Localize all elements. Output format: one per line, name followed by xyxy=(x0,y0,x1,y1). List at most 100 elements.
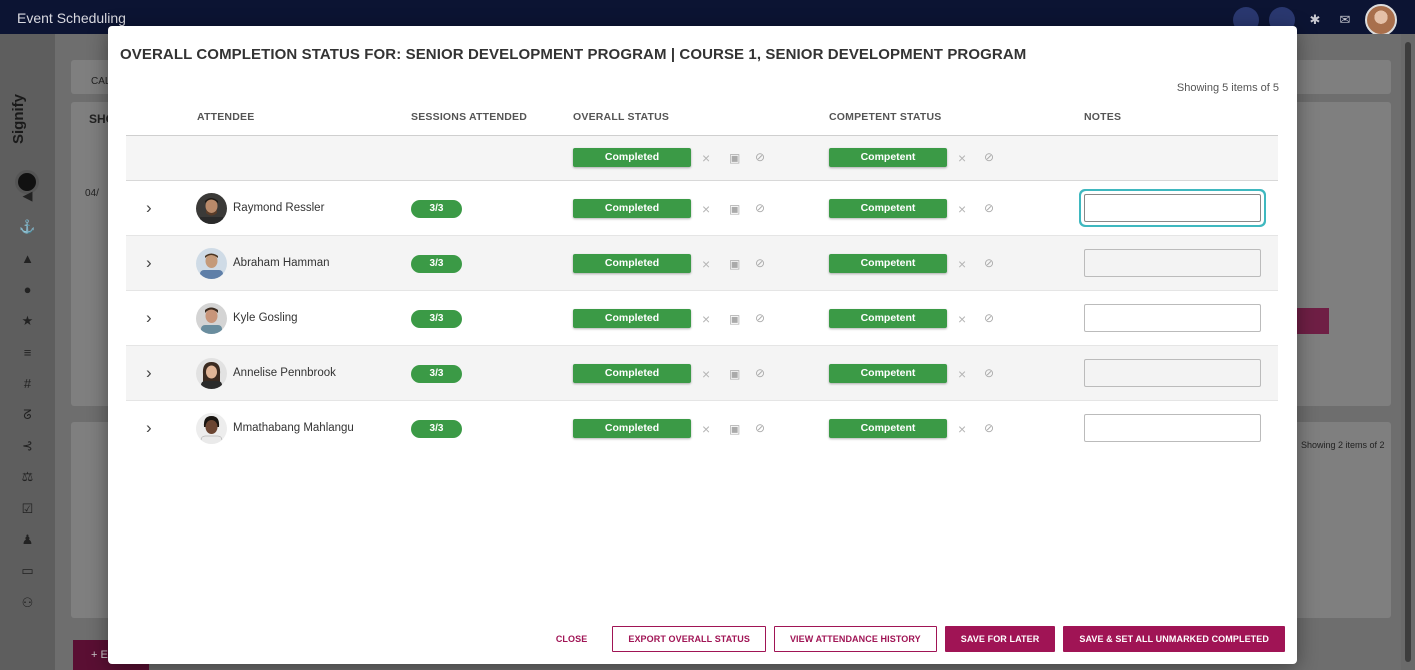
notes-field[interactable] xyxy=(1084,304,1261,332)
settings-icon[interactable]: ✱ xyxy=(1305,12,1325,28)
scales-icon[interactable]: ⚖ xyxy=(0,462,55,493)
close-icon[interactable]: × xyxy=(702,366,710,382)
chevron-right-icon[interactable]: › xyxy=(146,198,152,218)
attendee-grid: ATTENDEE SESSIONS ATTENDED OVERALL STATU… xyxy=(126,102,1278,456)
bulk-overall-completed-button[interactable]: Completed xyxy=(573,148,691,167)
user-avatar[interactable] xyxy=(1365,4,1397,36)
mail-icon[interactable]: ✉ xyxy=(1335,12,1355,28)
col-overall-status[interactable]: OVERALL STATUS xyxy=(573,111,669,123)
ban-icon[interactable]: ⊘ xyxy=(984,421,994,435)
checkbox-icon[interactable]: ▣ xyxy=(729,151,740,165)
attendee-name: Mmathabang Mahlangu xyxy=(233,422,354,434)
competent-status-button[interactable]: Competent xyxy=(829,199,947,218)
megaphone-icon[interactable]: ◀ xyxy=(0,180,55,211)
sessions-badge: 3/3 xyxy=(411,310,462,328)
notes-field[interactable] xyxy=(1084,249,1261,277)
overall-status-button[interactable]: Completed xyxy=(573,199,691,218)
sessions-badge: 3/3 xyxy=(411,255,462,273)
sidebar: Signify ◀ ⚓ ▲ ● ★ ≡ # ᘔ ⊰ ⚖ ☑ ♟ ▭ ⚇ xyxy=(0,34,55,670)
ban-icon[interactable]: ⊘ xyxy=(755,256,765,270)
attendee-name: Annelise Pennbrook xyxy=(233,367,336,379)
person-chalkboard-icon[interactable]: ♟ xyxy=(0,524,55,555)
notes-field[interactable] xyxy=(1084,414,1261,442)
avatar xyxy=(196,358,227,389)
close-icon[interactable]: × xyxy=(958,366,966,382)
ban-icon[interactable]: ⊘ xyxy=(755,201,765,215)
graduation-cap-icon[interactable]: ▲ xyxy=(0,243,55,274)
close-icon[interactable]: × xyxy=(702,201,710,217)
overall-status-button[interactable]: Completed xyxy=(573,309,691,328)
table-row: › Kyle Gosling 3/3 Completed × ▣ ⊘ Compe… xyxy=(126,291,1278,346)
close-icon[interactable]: × xyxy=(958,421,966,437)
add-user-icon[interactable]: ⚇ xyxy=(0,587,55,618)
close-button[interactable]: CLOSE xyxy=(539,626,605,652)
checkbox-icon[interactable]: ▣ xyxy=(729,312,740,326)
ban-icon[interactable]: ⊘ xyxy=(984,311,994,325)
ban-icon[interactable]: ⊘ xyxy=(984,201,994,215)
save-and-set-all-completed-button[interactable]: SAVE & SET ALL UNMARKED COMPLETED xyxy=(1063,626,1285,652)
avatar xyxy=(196,413,227,444)
close-icon[interactable]: × xyxy=(958,201,966,217)
ban-icon[interactable]: ⊘ xyxy=(984,366,994,380)
close-icon[interactable]: × xyxy=(702,150,710,166)
checkbox-icon[interactable]: ▣ xyxy=(729,257,740,271)
chevron-right-icon[interactable]: › xyxy=(146,363,152,383)
table-row: › Raymond Ressler 3/3 Completed × ▣ ⊘ Co… xyxy=(126,181,1278,236)
compass-icon[interactable]: ● xyxy=(0,274,55,305)
page-scrollbar[interactable] xyxy=(1401,34,1415,670)
sliders-icon[interactable]: ≡ xyxy=(0,336,55,367)
ban-icon[interactable]: ⊘ xyxy=(755,366,765,380)
competent-status-button[interactable]: Competent xyxy=(829,364,947,383)
checkbox-icon[interactable]: ▣ xyxy=(729,422,740,436)
chevron-right-icon[interactable]: › xyxy=(146,253,152,273)
ban-icon[interactable]: ⊘ xyxy=(755,311,765,325)
bulk-competent-button[interactable]: Competent xyxy=(829,148,947,167)
anchor-icon[interactable]: ⚓ xyxy=(0,211,55,242)
modal-footer: CLOSE EXPORT OVERALL STATUS VIEW ATTENDA… xyxy=(539,626,1285,652)
col-sessions[interactable]: SESSIONS ATTENDED xyxy=(411,111,527,123)
route-icon[interactable]: ᘔ xyxy=(0,399,55,430)
star-icon[interactable]: ★ xyxy=(0,305,55,336)
chevron-right-icon[interactable]: › xyxy=(146,418,152,438)
scroll-thumb[interactable] xyxy=(1405,42,1411,662)
ban-icon[interactable]: ⊘ xyxy=(755,150,765,164)
user-network-icon[interactable]: ⊰ xyxy=(0,430,55,461)
close-icon[interactable]: × xyxy=(702,311,710,327)
attendee-name: Abraham Hamman xyxy=(233,257,330,269)
notes-field[interactable] xyxy=(1084,194,1261,222)
competent-status-button[interactable]: Competent xyxy=(829,419,947,438)
competent-status-button[interactable]: Competent xyxy=(829,309,947,328)
overall-status-button[interactable]: Completed xyxy=(573,364,691,383)
col-attendee[interactable]: ATTENDEE xyxy=(197,111,254,123)
company-logo: Signify xyxy=(8,94,48,194)
overall-status-button[interactable]: Completed xyxy=(573,419,691,438)
avatar xyxy=(196,303,227,334)
hashtag-icon[interactable]: # xyxy=(0,368,55,399)
ban-icon[interactable]: ⊘ xyxy=(984,256,994,270)
attendee-name: Kyle Gosling xyxy=(233,312,298,324)
checkbox-icon[interactable]: ▣ xyxy=(729,202,740,216)
close-icon[interactable]: × xyxy=(702,421,710,437)
avatar xyxy=(196,193,227,224)
competent-status-button[interactable]: Competent xyxy=(829,254,947,273)
overall-status-button[interactable]: Completed xyxy=(573,254,691,273)
close-icon[interactable]: × xyxy=(958,311,966,327)
save-for-later-button[interactable]: SAVE FOR LATER xyxy=(944,626,1056,652)
col-notes[interactable]: NOTES xyxy=(1084,111,1121,123)
export-overall-status-button[interactable]: EXPORT OVERALL STATUS xyxy=(612,626,766,652)
view-attendance-history-button[interactable]: VIEW ATTENDANCE HISTORY xyxy=(773,626,937,652)
checkbox-icon[interactable]: ▣ xyxy=(729,367,740,381)
table-row: › Mmathabang Mahlangu 3/3 Completed × ▣ … xyxy=(126,401,1278,456)
calendar-check-icon[interactable]: ☑ xyxy=(0,493,55,524)
ban-icon[interactable]: ⊘ xyxy=(755,421,765,435)
notes-field[interactable] xyxy=(1084,359,1261,387)
ban-icon[interactable]: ⊘ xyxy=(984,150,994,164)
laptop-icon[interactable]: ▭ xyxy=(0,556,55,587)
close-icon[interactable]: × xyxy=(958,256,966,272)
col-competent-status[interactable]: COMPETENT STATUS xyxy=(829,111,941,123)
chevron-right-icon[interactable]: › xyxy=(146,308,152,328)
sessions-badge: 3/3 xyxy=(411,365,462,383)
close-icon[interactable]: × xyxy=(702,256,710,272)
close-icon[interactable]: × xyxy=(958,150,966,166)
table-row: › Abraham Hamman 3/3 Completed × ▣ ⊘ Com… xyxy=(126,236,1278,291)
